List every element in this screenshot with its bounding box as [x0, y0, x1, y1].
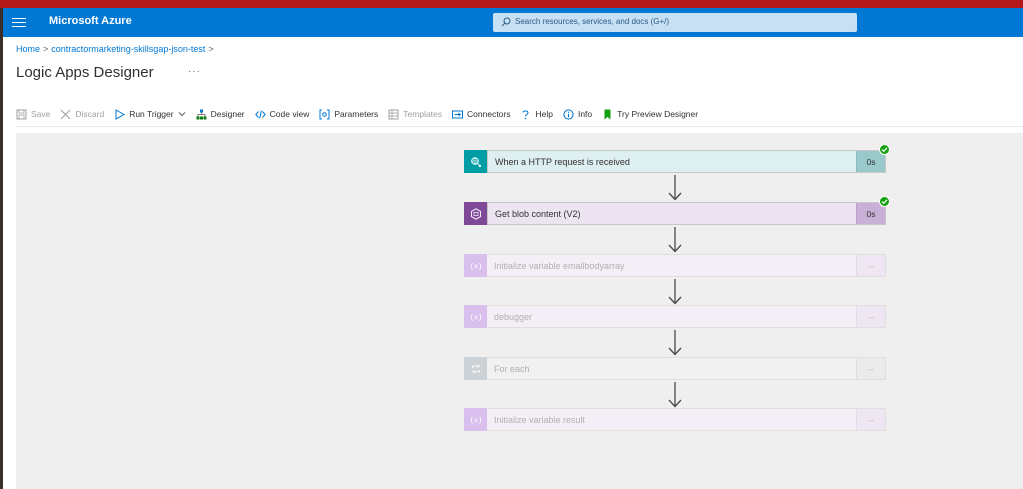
- step-title: Get blob content (V2): [487, 203, 856, 224]
- flow-arrow: [668, 330, 682, 356]
- run-trigger-button[interactable]: Run Trigger: [114, 108, 186, 120]
- save-label: Save: [31, 109, 51, 119]
- window-left-edge: [0, 8, 3, 489]
- bookmark-icon: [604, 109, 611, 119]
- blob-storage-icon: [464, 202, 487, 225]
- parameters-icon: [319, 109, 330, 119]
- search-icon: [501, 17, 511, 27]
- help-button[interactable]: Help: [520, 109, 553, 120]
- parameters-label: Parameters: [334, 109, 379, 119]
- flow-arrow: [668, 227, 682, 253]
- discard-button[interactable]: Discard: [60, 109, 104, 120]
- brand-title[interactable]: Microsoft Azure: [49, 15, 132, 27]
- help-icon: [522, 110, 529, 119]
- designer-toolbar: Save Discard Run Trigger Designer Code v…: [16, 104, 708, 124]
- variable-icon: {x}: [464, 254, 487, 277]
- connectors-label: Connectors: [467, 109, 511, 119]
- http-request-icon: [464, 150, 487, 173]
- parameters-button[interactable]: Parameters: [319, 109, 378, 120]
- step-card-init-emailbodyarray[interactable]: {x} Initialize variable emailbodyarray -…: [464, 254, 886, 277]
- success-check-icon: [879, 196, 890, 207]
- step-card-get-blob[interactable]: Get blob content (V2) 0s: [464, 196, 890, 225]
- breadcrumb-resource[interactable]: contractormarketing-skillsgap-json-test: [51, 44, 205, 54]
- step-duration: --: [856, 306, 885, 327]
- code-view-label: Code view: [269, 109, 310, 119]
- help-label: Help: [535, 109, 553, 119]
- chevron-right-icon: >: [208, 44, 214, 54]
- connectors-icon: [452, 110, 464, 118]
- save-button[interactable]: Save: [16, 109, 50, 120]
- step-card-http-request[interactable]: When a HTTP request is received 0s: [464, 144, 890, 173]
- azure-top-bar: Microsoft Azure Search resources, servic…: [3, 8, 1023, 37]
- designer-button[interactable]: Designer: [196, 109, 245, 120]
- more-options-button[interactable]: ···: [188, 66, 201, 77]
- flow-arrow: [668, 382, 682, 408]
- variable-icon: {x}: [464, 305, 487, 328]
- step-title: Initialize variable emailbodyarray: [494, 260, 625, 271]
- breadcrumb: Home > contractormarketing-skillsgap-json-…: [16, 44, 217, 54]
- designer-icon: [196, 109, 207, 119]
- step-duration: --: [856, 358, 885, 379]
- try-preview-label: Try Preview Designer: [617, 109, 699, 119]
- loop-icon: [464, 357, 487, 380]
- info-icon: [563, 108, 574, 120]
- step-card-init-result[interactable]: {x} Initialize variable result --: [464, 408, 886, 431]
- save-icon: [16, 109, 27, 119]
- info-label: Info: [577, 109, 593, 119]
- step-title: When a HTTP request is received: [487, 151, 856, 172]
- step-title: Initialize variable result: [494, 414, 586, 425]
- global-search-input[interactable]: Search resources, services, and docs (G+…: [493, 13, 857, 32]
- step-card-for-each[interactable]: For each --: [464, 357, 886, 380]
- discard-label: Discard: [75, 109, 105, 119]
- templates-icon: [388, 109, 399, 119]
- variable-icon: {x}: [464, 408, 487, 431]
- browser-top-strip: [0, 0, 1023, 8]
- svg-text:{x}: {x}: [470, 262, 482, 270]
- templates-button[interactable]: Templates: [388, 109, 442, 120]
- chevron-right-icon: >: [43, 44, 49, 54]
- svg-text:{x}: {x}: [470, 416, 482, 424]
- step-duration: --: [856, 409, 885, 430]
- breadcrumb-home[interactable]: Home: [16, 44, 40, 54]
- step-title: For each: [494, 363, 530, 374]
- search-placeholder: Search resources, services, and docs (G+…: [515, 17, 670, 26]
- code-icon: [254, 109, 266, 119]
- step-card-debugger[interactable]: {x} debugger --: [464, 305, 886, 328]
- designer-label: Designer: [210, 109, 245, 119]
- success-check-icon: [879, 144, 890, 155]
- page-title: Logic Apps Designer: [16, 64, 154, 81]
- flow-arrow: [668, 279, 682, 305]
- close-icon: [61, 109, 71, 119]
- code-view-button[interactable]: Code view: [254, 109, 310, 120]
- step-duration: --: [856, 255, 885, 276]
- connectors-button[interactable]: Connectors: [452, 109, 510, 120]
- step-title: debugger: [494, 311, 533, 322]
- flow-arrow: [668, 175, 682, 201]
- toolbar-divider: [16, 126, 1023, 127]
- portal-menu-icon[interactable]: [12, 15, 26, 29]
- chevron-down-icon[interactable]: [178, 110, 186, 118]
- run-trigger-label: Run Trigger: [129, 109, 174, 119]
- play-icon: [115, 108, 126, 120]
- svg-text:{x}: {x}: [470, 313, 482, 321]
- info-button[interactable]: Info: [563, 108, 593, 120]
- try-preview-designer-button[interactable]: Try Preview Designer: [602, 109, 698, 120]
- templates-label: Templates: [403, 109, 443, 119]
